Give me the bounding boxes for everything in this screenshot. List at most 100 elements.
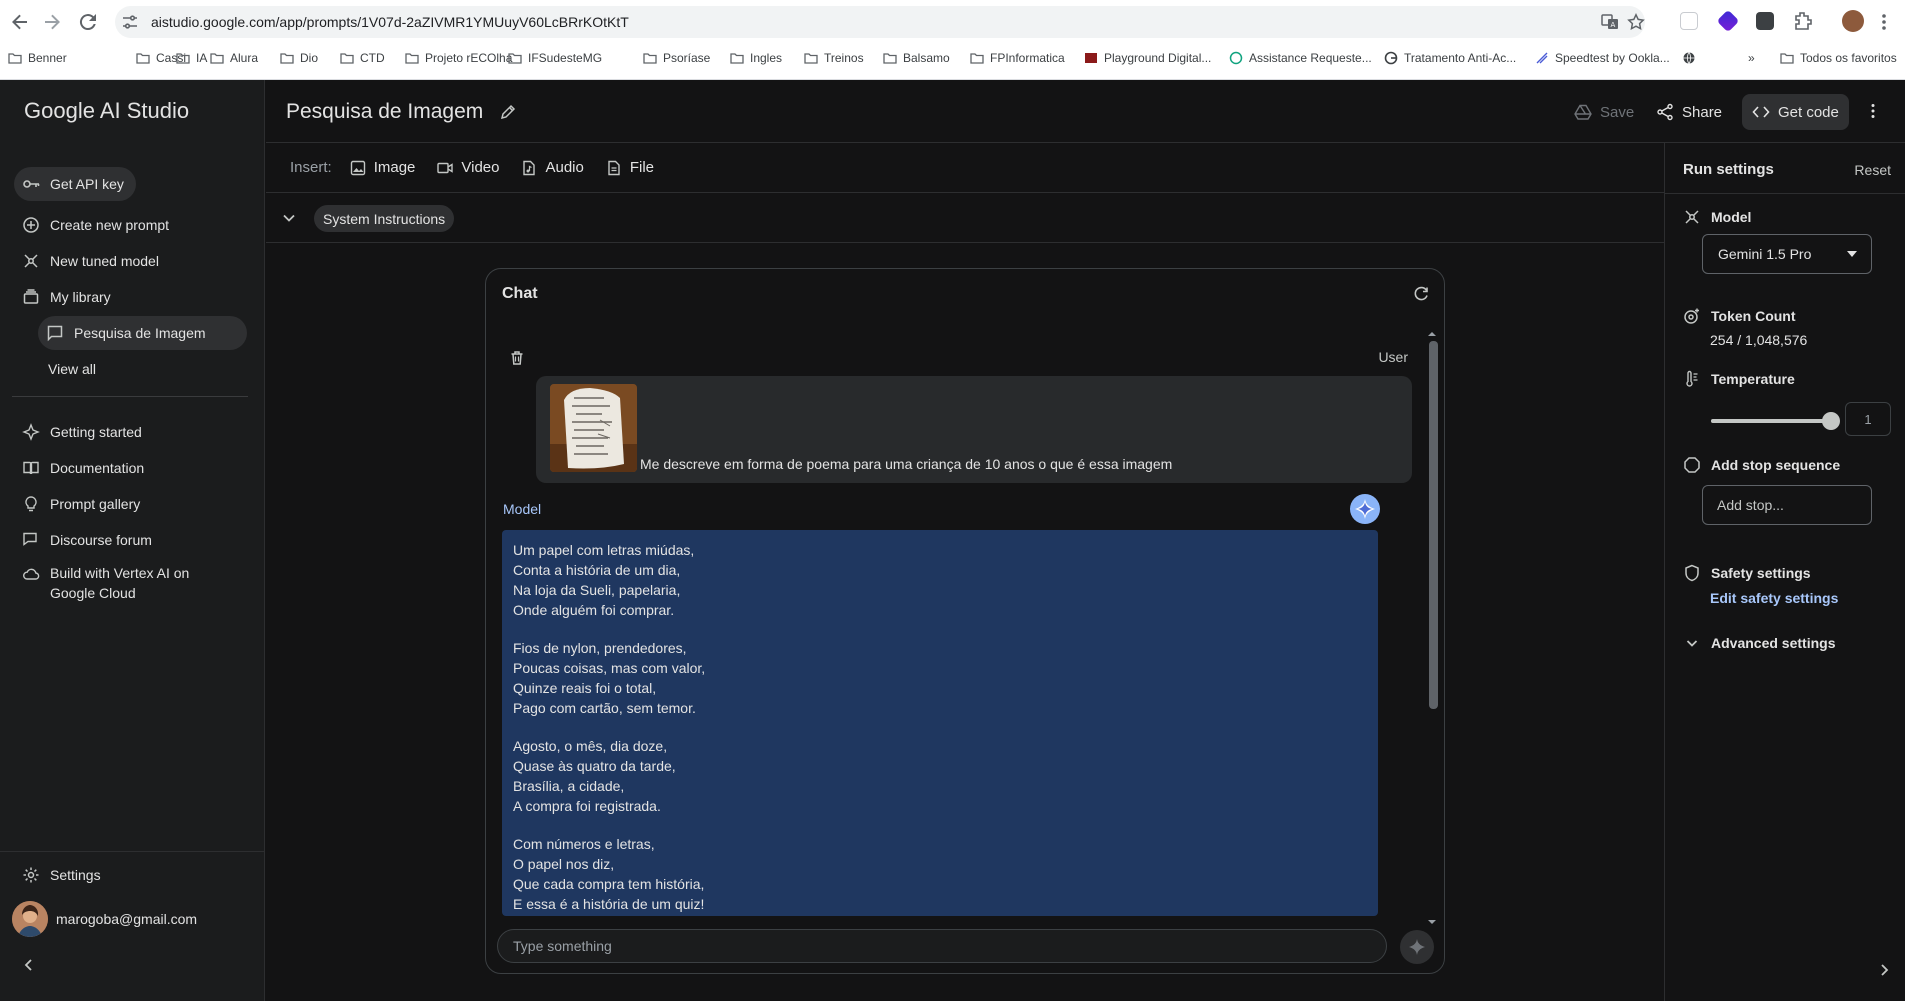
globe-bookmark[interactable] xyxy=(1682,49,1702,67)
bookmark-label: Benner xyxy=(28,51,67,65)
insert-file-button[interactable]: File xyxy=(606,159,654,176)
view-all-link[interactable]: View all xyxy=(40,352,96,386)
refresh-icon[interactable] xyxy=(1412,285,1430,303)
stop-sequence-input[interactable]: Add stop... xyxy=(1702,485,1872,525)
model-label: Model xyxy=(1711,209,1752,225)
trash-icon[interactable] xyxy=(508,349,526,367)
get-code-button[interactable]: Get code xyxy=(1742,94,1849,130)
bookmark-item[interactable]: Assistance Requeste... xyxy=(1229,49,1372,67)
insert-video-button[interactable]: Video xyxy=(437,159,499,176)
get-api-key-button[interactable]: Get API key xyxy=(14,167,136,201)
reload-icon[interactable] xyxy=(76,10,100,34)
getting-started-link[interactable]: Getting started xyxy=(14,415,142,449)
site-info-icon[interactable] xyxy=(121,13,139,31)
insert-toolbar: Insert: Image Video Audio File xyxy=(266,143,1664,193)
chat-input-box[interactable] xyxy=(497,929,1387,963)
all-bookmarks-folder[interactable]: Todos os favoritos xyxy=(1780,49,1897,67)
bookmark-item[interactable]: Benner xyxy=(8,49,67,67)
temperature-input[interactable]: 1 xyxy=(1845,402,1891,436)
model-setting: Model xyxy=(1683,207,1751,227)
share-icon xyxy=(1656,103,1674,121)
discourse-forum-link[interactable]: Discourse forum xyxy=(14,523,152,557)
safety-setting: Safety settings xyxy=(1683,563,1811,583)
chat-input[interactable] xyxy=(498,930,1386,962)
video-icon xyxy=(437,160,454,176)
bookmark-item[interactable]: IA xyxy=(176,49,207,67)
documentation-link[interactable]: Documentation xyxy=(14,451,144,485)
browser-toolbar: aistudio.google.com/app/prompts/1V07d-2a… xyxy=(0,0,1905,44)
poem-line: Conta a história de um dia, xyxy=(513,562,681,578)
profile-avatar-icon[interactable] xyxy=(1842,10,1864,32)
bookmark-item[interactable]: Projeto rECOlha xyxy=(405,49,512,67)
more-options-icon[interactable] xyxy=(1864,102,1882,120)
insert-audio-label: Audio xyxy=(545,159,584,176)
bookmark-item[interactable]: FPInformatica xyxy=(970,49,1065,67)
chat-scrollbar[interactable] xyxy=(1426,329,1438,924)
save-button[interactable]: Save xyxy=(1564,94,1644,130)
address-bar[interactable]: aistudio.google.com/app/prompts/1V07d-2a… xyxy=(115,6,1645,38)
svg-text:A: A xyxy=(1611,21,1616,29)
bookmark-star-icon[interactable] xyxy=(1627,13,1645,31)
edit-safety-settings-link[interactable]: Edit safety settings xyxy=(1710,590,1838,606)
insert-audio-button[interactable]: Audio xyxy=(521,159,584,176)
bookmark-label: Ingles xyxy=(750,51,783,65)
receipt-image-thumbnail[interactable] xyxy=(550,384,637,472)
chevron-down-icon[interactable] xyxy=(280,209,298,227)
poem-line: Quinze reais foi o total, xyxy=(513,680,657,696)
edit-pencil-icon[interactable] xyxy=(499,103,517,121)
bookmark-item[interactable]: CTD xyxy=(340,49,385,67)
sidebar-item-pesquisa-de-imagem[interactable]: Pesquisa de Imagem xyxy=(38,316,247,350)
bookmark-label: Projeto rECOlha xyxy=(425,51,513,65)
bookmarks-bar: » Todos os favoritos Benner Cassi IA Alura D… xyxy=(0,44,1905,72)
my-library-label: My library xyxy=(50,289,111,305)
bookmark-item[interactable]: Alura xyxy=(210,49,258,67)
prompt-gallery-link[interactable]: Prompt gallery xyxy=(14,487,140,521)
folder-icon xyxy=(508,53,522,64)
extension-diamond-icon[interactable] xyxy=(1716,9,1740,33)
avatar[interactable] xyxy=(12,901,48,937)
bookmark-item[interactable]: Ingles xyxy=(730,49,782,67)
slider-knob[interactable] xyxy=(1822,412,1840,430)
forward-icon[interactable] xyxy=(40,10,64,34)
token-count-setting: Token Count xyxy=(1683,306,1796,326)
collapse-sidebar-icon[interactable] xyxy=(20,956,38,974)
stop-octagon-icon xyxy=(1683,456,1701,474)
bookmark-item[interactable]: Tratamento Anti-Ac... xyxy=(1384,49,1516,67)
advanced-settings-toggle[interactable]: Advanced settings xyxy=(1683,633,1835,653)
extension-icon[interactable] xyxy=(1680,12,1698,30)
model-select[interactable]: Gemini 1.5 Pro xyxy=(1702,234,1872,274)
reset-button[interactable]: Reset xyxy=(1854,162,1891,178)
bookmark-item[interactable]: Speedtest by Ookla... xyxy=(1535,49,1670,67)
insert-image-button[interactable]: Image xyxy=(350,159,415,176)
folder-icon xyxy=(340,53,354,64)
app-title: Google AI Studio xyxy=(24,98,190,123)
run-button[interactable] xyxy=(1400,930,1434,964)
scroll-down-icon[interactable] xyxy=(1426,917,1438,927)
temperature-slider[interactable] xyxy=(1711,412,1840,430)
extension-se-icon[interactable] xyxy=(1756,12,1774,30)
translate-icon[interactable]: A xyxy=(1601,13,1619,31)
browser-chrome: aistudio.google.com/app/prompts/1V07d-2a… xyxy=(0,0,1905,80)
model-response: Um papel com letras miúdas, Conta a histó… xyxy=(502,530,1378,916)
share-button[interactable]: Share xyxy=(1646,94,1732,130)
settings-link[interactable]: Settings xyxy=(14,858,101,892)
more-bookmarks-button[interactable]: » xyxy=(1748,49,1755,67)
back-icon[interactable] xyxy=(8,10,32,34)
bookmark-item[interactable]: IFSudesteMG xyxy=(508,49,602,67)
scrollbar-thumb[interactable] xyxy=(1429,341,1438,709)
new-tuned-model-link[interactable]: New tuned model xyxy=(14,244,159,278)
bookmark-item[interactable]: Dio xyxy=(280,49,318,67)
extensions-puzzle-icon[interactable] xyxy=(1792,10,1816,34)
folder-icon xyxy=(643,53,657,64)
system-instructions-toggle[interactable]: System Instructions xyxy=(314,205,455,232)
create-new-prompt-link[interactable]: Create new prompt xyxy=(14,208,169,242)
bookmark-item[interactable]: Playground Digital... xyxy=(1084,49,1211,67)
scroll-up-icon[interactable] xyxy=(1426,329,1438,339)
chevron-right-icon[interactable] xyxy=(1875,961,1893,979)
bookmark-item[interactable]: Psoríase xyxy=(643,49,710,67)
bookmark-item[interactable]: Treinos xyxy=(804,49,864,67)
my-library-link[interactable]: My library xyxy=(14,280,111,314)
browser-menu-icon[interactable] xyxy=(1872,10,1896,34)
build-with-vertex-link[interactable]: Build with Vertex AI on Google Cloud xyxy=(14,563,189,607)
bookmark-item[interactable]: Balsamo xyxy=(883,49,950,67)
